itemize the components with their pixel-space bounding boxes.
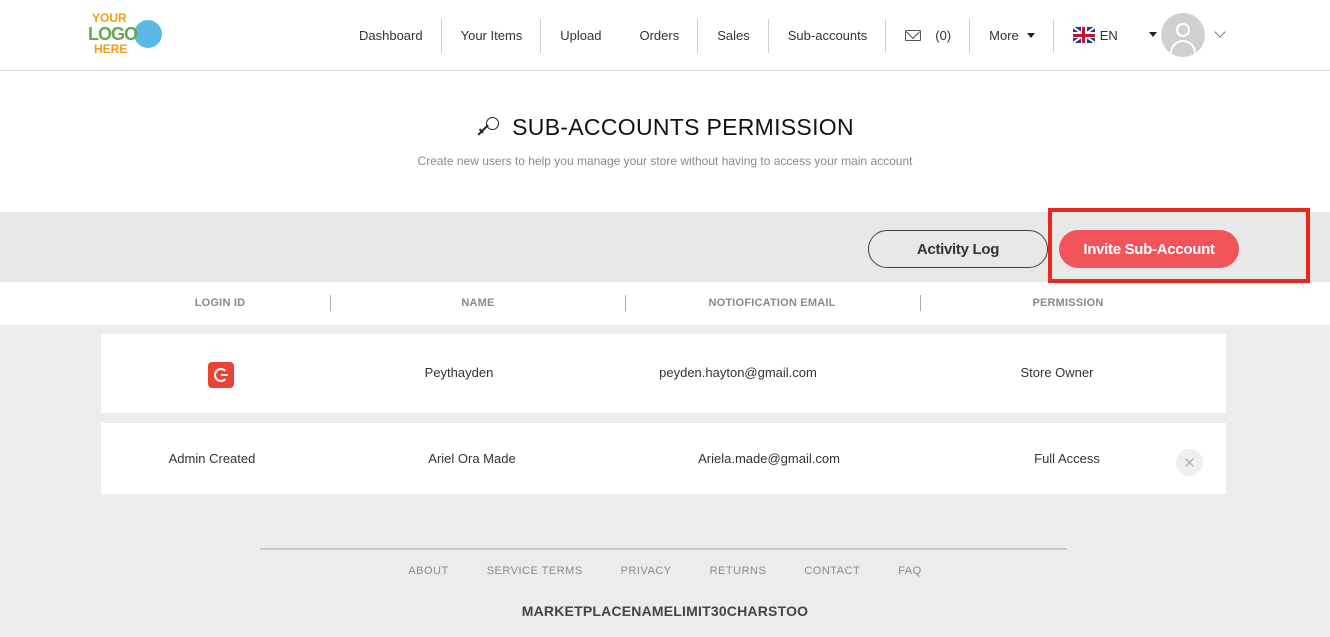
logo-line-3: HERE [94,42,128,56]
table-row[interactable]: Admin Created Ariel Ora Made Ariela.made… [101,423,1226,494]
nav-dashboard[interactable]: Dashboard [340,17,442,53]
nav-sales[interactable]: Sales [698,17,769,53]
google-icon [208,362,234,388]
language-label: EN [1099,27,1118,43]
language-selector[interactable]: EN [1054,17,1137,53]
top-header: YOUR LOGO HERE Dashboard Your Items Uplo… [0,0,1330,71]
nav-more-dropdown[interactable]: More [970,17,1054,53]
column-login-id: LOGIN ID [194,297,246,309]
language-caret-icon[interactable] [1149,32,1157,37]
page-title-row: SUB-ACCOUNTS PERMISSION [0,114,1330,146]
envelope-icon [905,29,922,41]
main-nav: Dashboard Your Items Upload Orders Sales… [340,0,1137,70]
column-permission: PERMISSION [1032,297,1104,309]
logo-line-2: LOGO [88,24,138,44]
footer-link-returns[interactable]: RETURNS [710,565,767,577]
logo-circle [134,20,162,48]
chevron-down-icon[interactable] [1214,26,1226,38]
column-email: NOTIOFICATION EMAIL [708,297,836,309]
nav-upload-label: Upload [560,27,602,43]
nav-your-items-label: Your Items [460,27,523,43]
footer-link-contact[interactable]: CONTACT [804,565,860,577]
column-divider [920,295,921,311]
avatar-head [1176,23,1190,37]
nav-upload[interactable]: Upload [541,17,620,53]
row-name: Peythayden [424,365,494,380]
nav-sales-label: Sales [717,27,750,43]
row-permission: Store Owner [1020,365,1094,380]
avatar-body [1170,40,1196,57]
invite-sub-account-button[interactable]: Invite Sub-Account [1059,230,1239,268]
page-subtitle: Create new users to help you manage your… [417,154,913,168]
key-icon [476,115,500,141]
nav-orders[interactable]: Orders [620,17,698,53]
column-divider [625,295,626,311]
remove-sub-account-button[interactable] [1176,449,1203,476]
row-email: peyden.hayton@gmail.com [659,365,817,380]
footer-link-faq[interactable]: FAQ [898,565,922,577]
page-title-text: SUB-ACCOUNTS PERMISSION [512,114,854,140]
footer-links: ABOUT SERVICE TERMS PRIVACY RETURNS CONT… [0,565,1330,577]
page-title: SUB-ACCOUNTS PERMISSION [476,114,854,141]
footer-marketplace-name: MARKETPLACENAMELIMIT30CHARSTOO [521,603,809,619]
footer-link-service-terms[interactable]: SERVICE TERMS [487,565,583,577]
row-name: Ariel Ora Made [428,451,516,466]
row-email: Ariela.made@gmail.com [698,451,840,466]
uk-flag-icon [1072,27,1095,43]
row-permission: Full Access [1034,451,1100,466]
table-header: LOGIN ID NAME NOTIOFICATION EMAIL PERMIS… [0,283,1330,325]
caret-down-icon [1026,32,1035,38]
activity-log-button[interactable]: Activity Log [868,230,1048,268]
user-avatar[interactable] [1161,13,1205,57]
store-logo[interactable]: YOUR LOGO HERE [88,10,168,58]
logo-line-1: YOUR [92,11,127,25]
nav-messages[interactable]: (0) [886,17,971,53]
nav-sub-accounts[interactable]: Sub-accounts [769,17,887,53]
footer-link-privacy[interactable]: PRIVACY [621,565,672,577]
messages-count: (0) [935,27,952,43]
nav-your-items[interactable]: Your Items [442,17,542,53]
footer-divider [260,548,1067,550]
nav-orders-label: Orders [639,27,680,43]
nav-more-label: More [989,27,1019,43]
footer-link-about[interactable]: ABOUT [408,565,448,577]
nav-sub-accounts-label: Sub-accounts [787,27,868,43]
column-divider [330,295,331,311]
nav-dashboard-label: Dashboard [359,27,423,43]
row-login-id: Admin Created [168,451,256,466]
table-row[interactable]: Peythayden peyden.hayton@gmail.com Store… [101,334,1226,413]
column-name: NAME [461,297,495,309]
sub-accounts-list: Peythayden peyden.hayton@gmail.com Store… [0,325,1330,637]
